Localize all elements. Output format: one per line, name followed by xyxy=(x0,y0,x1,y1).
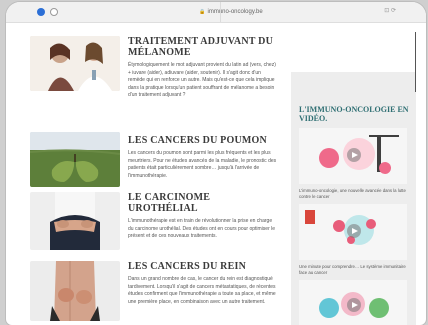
article-title[interactable]: LE CARCINOME UROTHÉLIAL xyxy=(128,192,278,214)
article-title[interactable]: LES CANCERS DU POUMON xyxy=(128,135,278,146)
reader-reload-icons[interactable]: ⊡ ⟳ xyxy=(384,7,396,14)
back-pain-image xyxy=(30,192,120,250)
lung-forest-image xyxy=(30,132,120,187)
address-bar-url: immuno-oncology.be xyxy=(207,9,263,15)
kidney-back-photo[interactable] xyxy=(30,261,120,321)
browser-toolbar: 🔒 immuno-oncology.be ⊡ ⟳ xyxy=(6,2,426,23)
article-excerpt: Étymologiquement le mot adjuvant provien… xyxy=(128,62,276,98)
kidney-back-image xyxy=(30,261,120,321)
play-icon[interactable] xyxy=(347,298,361,312)
video-thumbnail[interactable] xyxy=(299,128,407,184)
video-thumbnail[interactable] xyxy=(299,204,407,260)
article-title[interactable]: TRAITEMENT ADJUVANT DU MÉLANOME xyxy=(128,36,278,58)
article-excerpt: Les cancers du poumon sont parmi les plu… xyxy=(128,150,277,179)
browser-sidebar-icon[interactable] xyxy=(50,8,58,16)
play-icon[interactable] xyxy=(347,148,361,162)
address-bar[interactable]: 🔒 immuno-oncology.be xyxy=(156,6,306,18)
crane-line xyxy=(415,32,416,92)
article-excerpt: Dans un grand nombre de cas, le cancer d… xyxy=(128,276,276,305)
lock-icon: 🔒 xyxy=(199,9,206,15)
doctor-patient-image xyxy=(30,36,120,91)
sidebar-title: L'IMMUNO-ONCOLOGIE EN VIDÉO. xyxy=(299,105,409,123)
video-thumbnail[interactable] xyxy=(299,280,407,325)
lung-forest-photo[interactable] xyxy=(30,132,120,187)
browser-tab-icon[interactable] xyxy=(37,8,45,16)
article-excerpt: L'immunothérapie est en train de révolut… xyxy=(128,218,276,239)
play-icon[interactable] xyxy=(347,224,361,238)
video-caption[interactable]: Une minute pour comprendre… Le système i… xyxy=(299,264,411,276)
doctor-patient-photo[interactable] xyxy=(30,36,120,91)
video-sidebar: L'IMMUNO-ONCOLOGIE EN VIDÉO. L'immuno-on… xyxy=(291,32,416,325)
article-title[interactable]: LES CANCERS DU REIN xyxy=(128,261,278,272)
toolbar-divider xyxy=(220,2,221,22)
back-pain-photo[interactable] xyxy=(30,192,120,250)
browser-window: 🔒 immuno-oncology.be ⊡ ⟳ TRAITEMENT ADJU… xyxy=(6,2,426,325)
page-content: TRAITEMENT ADJUVANT DU MÉLANOME Étymolog… xyxy=(6,23,426,325)
video-caption[interactable]: L'immuno-oncologie, une nouvelle avancée… xyxy=(299,188,411,200)
